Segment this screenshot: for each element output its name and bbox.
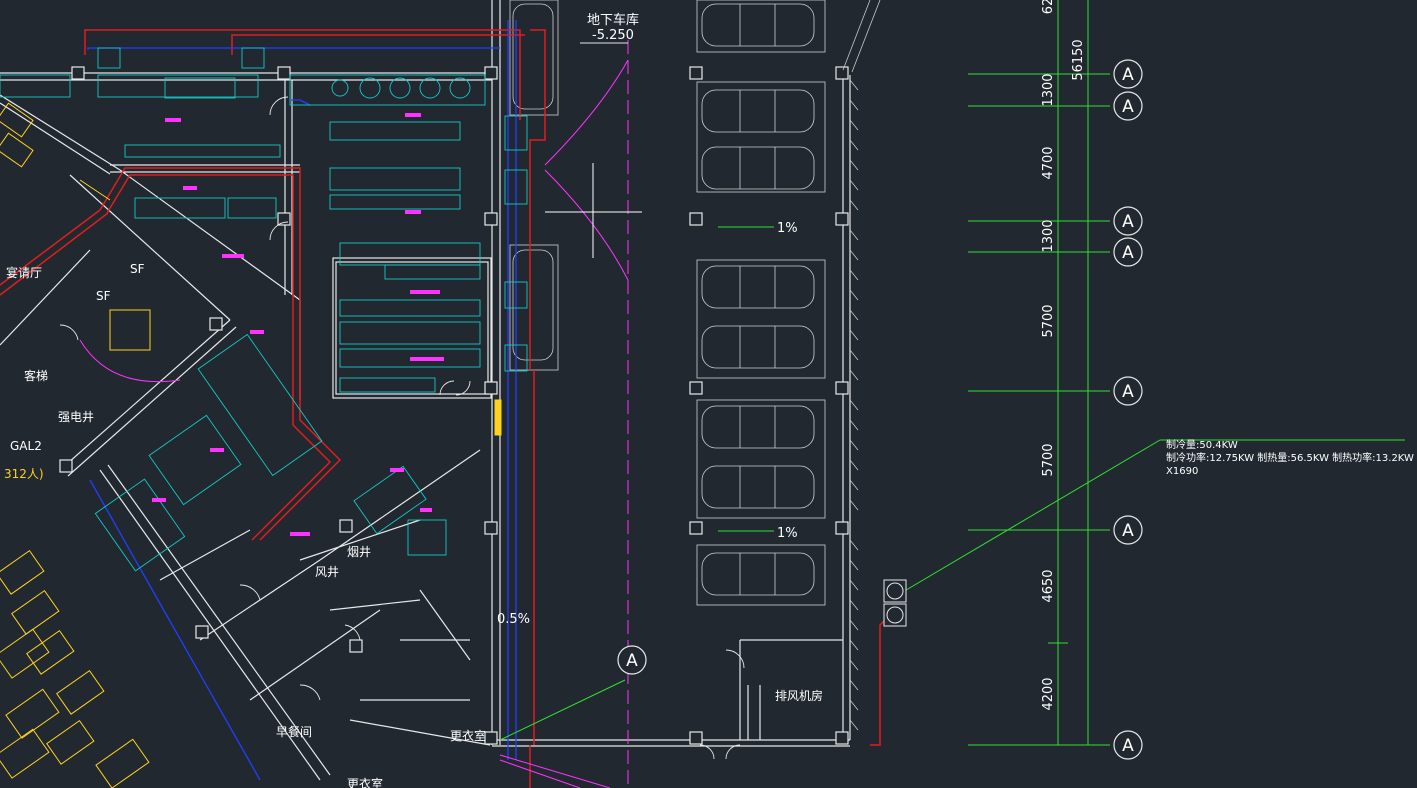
outdoor-units <box>883 579 907 627</box>
stair-mark-1: SF <box>130 262 145 276</box>
kitchen-equipment <box>0 47 528 572</box>
magenta-room-tags <box>152 113 444 536</box>
dim-seg-4: 5700 <box>1041 304 1056 337</box>
grid-label-3: A <box>1122 212 1134 232</box>
duct-blue <box>87 20 517 781</box>
room-changing: 更衣室 <box>450 728 486 743</box>
stair-mark-2: SF <box>96 289 111 303</box>
room-elec-shaft: 强电井 <box>58 410 94 424</box>
equipment-note-line-1: 制冷量:50.4KW <box>1166 438 1238 451</box>
garage-labels: 地下车库 -5.250 1% 1% 0.5% 排风机房 <box>497 12 823 703</box>
equipment-note: 制冷量:50.4KW 制冷功率:12.75KW 制热量:56.5KW 制热功率:… <box>1166 438 1417 477</box>
grid-label-4: A <box>1122 243 1134 263</box>
room-changing-2: 更衣室 <box>347 776 383 788</box>
room-air-shaft: 风井 <box>315 565 339 579</box>
equipment-note-line-3: X1690 <box>1166 466 1198 477</box>
garage-name: 地下车库 <box>587 12 639 28</box>
room-breakfast: 早餐间 <box>276 724 312 739</box>
cad-drawing-canvas[interactable]: A A A A A A A A 56150 62 1300 4700 1300 … <box>0 0 1417 788</box>
room-west-hall: 宴请厅 <box>6 265 42 280</box>
dimension-texts: 56150 62 1300 4700 1300 5700 5700 4650 4… <box>1041 0 1086 711</box>
dim-top-partial: 62 <box>1041 0 1056 14</box>
crosshair-cursor <box>545 163 642 258</box>
retaining-wall-hatch <box>842 0 881 731</box>
room-flue: 烟井 <box>347 545 371 559</box>
dim-seg-3: 1300 <box>1041 219 1056 252</box>
dim-seg-7: 4200 <box>1041 677 1056 710</box>
duct-red <box>0 29 886 788</box>
equipment-note-line-2: 制冷功率:12.75KW 制热量:56.5KW 制热功率:13.2KW 940x… <box>1166 451 1417 464</box>
slope-1: 1% <box>777 221 798 236</box>
grid-label-2: A <box>1122 97 1134 117</box>
grid-label-5: A <box>1122 382 1134 402</box>
slope-2: 1% <box>777 526 798 541</box>
magenta-lines <box>79 40 629 788</box>
grid-label-7: A <box>1122 736 1134 756</box>
grid-label-8: A <box>626 651 638 671</box>
room-guest-lift: 客梯 <box>24 368 48 383</box>
dim-seg-2: 4700 <box>1041 146 1056 179</box>
dim-seg-5: 5700 <box>1041 443 1056 476</box>
capacity-note: 312人) <box>4 467 44 481</box>
exhaust-room-label: 排风机房 <box>775 688 823 703</box>
slope-3: 0.5% <box>497 612 530 627</box>
dining-seating <box>0 102 502 788</box>
building-walls <box>0 0 851 781</box>
room-gal: GAL2 <box>10 439 42 453</box>
dim-seg-1: 1300 <box>1041 73 1056 106</box>
parking-spaces <box>509 0 826 606</box>
grid-dimension-lines <box>499 0 1405 746</box>
dim-seg-6: 4650 <box>1041 569 1056 602</box>
dim-total: 56150 <box>1071 39 1086 80</box>
garage-level: -5.250 <box>592 28 634 43</box>
grid-label-6: A <box>1122 521 1134 541</box>
grid-label-1: A <box>1122 65 1134 85</box>
